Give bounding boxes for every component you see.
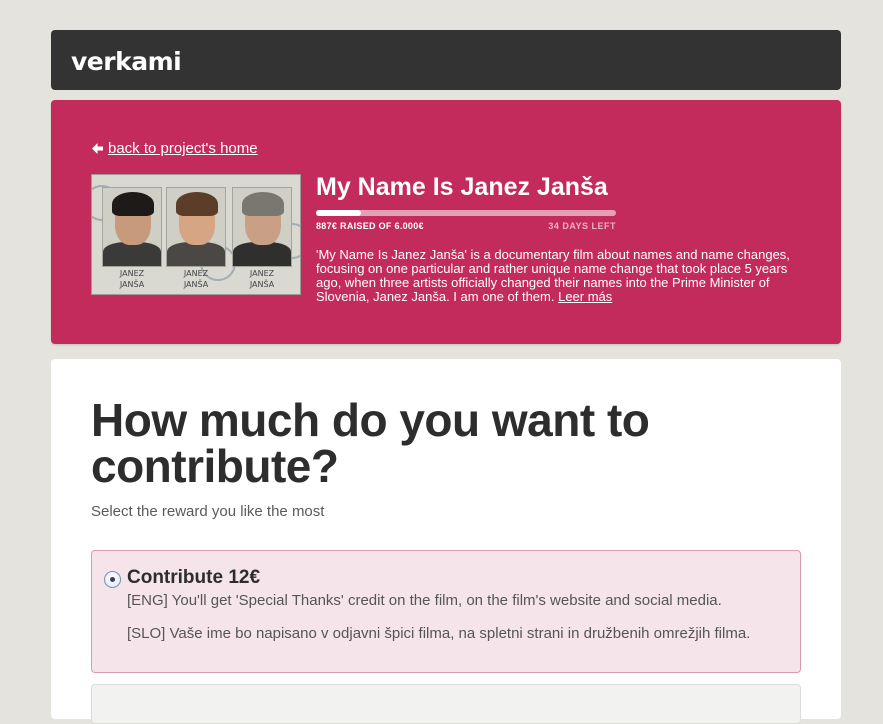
page-heading: How much do you want to contribute? bbox=[91, 394, 650, 492]
thumbnail-caption: JANEZ JANŠA bbox=[119, 269, 145, 289]
project-summary-card: back to project's home JANEZ JANŠA JANEZ… bbox=[51, 100, 841, 344]
verkami-logo[interactable]: verkami bbox=[71, 47, 182, 76]
read-more-link[interactable]: Leer más bbox=[558, 289, 612, 304]
back-to-project-link[interactable]: back to project's home bbox=[91, 140, 258, 157]
radio-selected-icon[interactable] bbox=[104, 571, 121, 588]
reward-description-eng: [ENG] You'll get 'Special Thanks' credit… bbox=[127, 592, 722, 609]
reward-option[interactable] bbox=[91, 684, 801, 724]
reward-title: Contribute 12€ bbox=[127, 567, 261, 588]
passport-photo-2 bbox=[166, 187, 226, 267]
contribution-panel: How much do you want to contribute? Sele… bbox=[51, 359, 841, 724]
days-left: 34 DAYS LEFT bbox=[548, 221, 616, 231]
reward-description-slo: [SLO] Vaše ime bo napisano v odjavni špi… bbox=[127, 625, 751, 642]
reward-option[interactable]: Contribute 12€ [ENG] You'll get 'Special… bbox=[91, 550, 801, 673]
thumbnail-caption: JANEZ JANŠA bbox=[249, 269, 275, 289]
project-thumbnail[interactable]: JANEZ JANŠA JANEZ JANŠA JANEZ JANŠA bbox=[91, 174, 301, 295]
page-subheading: Select the reward you like the most bbox=[91, 503, 325, 520]
top-navigation-bar: verkami bbox=[51, 30, 841, 90]
passport-photo-1 bbox=[102, 187, 162, 267]
funding-progress-bar bbox=[316, 210, 616, 216]
funding-progress-fill bbox=[316, 210, 361, 216]
thumbnail-caption: JANEZ JANŠA bbox=[183, 269, 209, 289]
project-title: My Name Is Janez Janša bbox=[316, 173, 608, 201]
arrow-left-icon bbox=[92, 143, 103, 154]
passport-photo-3 bbox=[232, 187, 292, 267]
description-text: 'My Name Is Janez Janša' is a documentar… bbox=[316, 247, 790, 304]
back-link-label: back to project's home bbox=[108, 140, 258, 157]
amount-raised: 887€ RAISED OF 6.000€ bbox=[316, 221, 424, 231]
project-description: 'My Name Is Janez Janša' is a documentar… bbox=[316, 248, 806, 304]
